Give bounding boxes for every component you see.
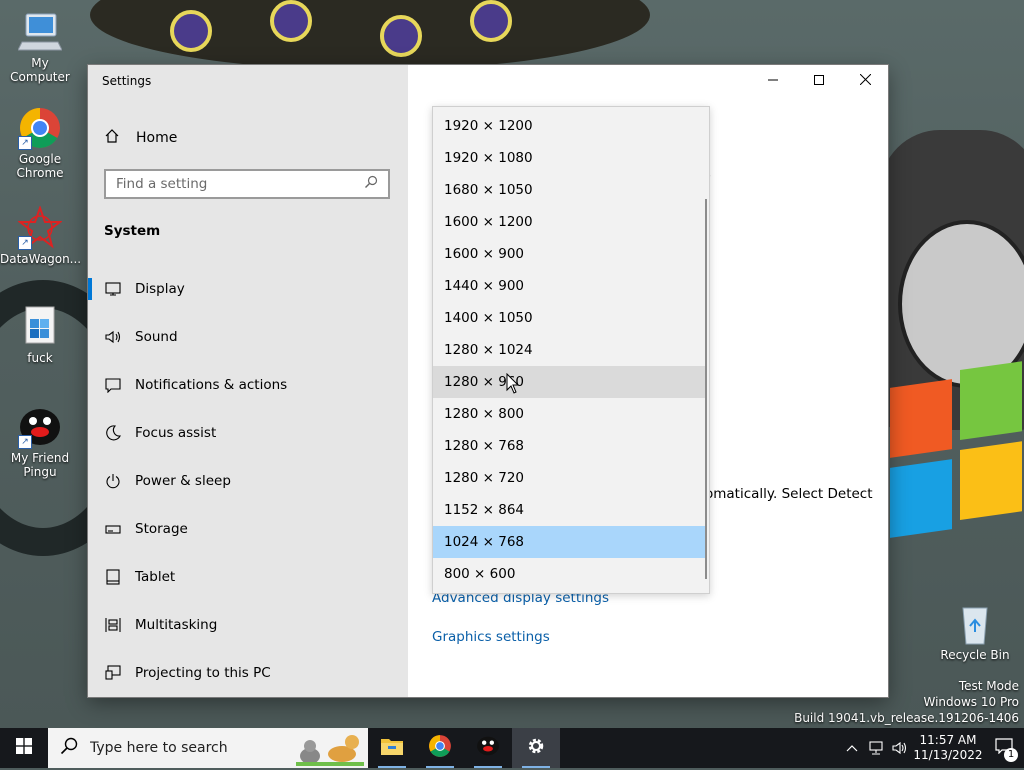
resolution-option[interactable]: 1440 × 900 <box>433 270 707 302</box>
resolution-option[interactable]: 1280 × 960 <box>433 366 707 398</box>
chrome-icon: ↗ <box>18 106 62 150</box>
chrome-icon <box>428 734 452 762</box>
resolution-option[interactable]: 1600 × 900 <box>433 238 707 270</box>
partial-text-detect: omatically. Select Detect <box>705 486 873 502</box>
resolution-option[interactable]: 1600 × 1200 <box>433 206 707 238</box>
desktop-icon-my-computer[interactable]: My Computer <box>0 10 80 84</box>
datawagon-icon: ↗ <box>17 205 63 250</box>
search-highlight-pets-icon <box>296 730 364 766</box>
home-icon <box>104 128 122 148</box>
pingu-icon <box>476 735 500 761</box>
sidebar-item-sound[interactable]: Sound <box>88 313 408 361</box>
resolution-option[interactable]: 1280 × 768 <box>433 430 707 462</box>
mouse-cursor-icon <box>506 372 520 395</box>
resolution-option[interactable]: 1152 × 864 <box>433 494 707 526</box>
resolution-option[interactable]: 1400 × 1050 <box>433 302 707 334</box>
volume-icon[interactable] <box>889 741 911 755</box>
resolution-option[interactable]: 1680 × 1050 <box>433 174 707 206</box>
resolution-option[interactable]: 1280 × 800 <box>433 398 707 430</box>
network-icon[interactable] <box>865 741 887 755</box>
desktop-icon-pingu[interactable]: ↗ My Friend Pingu <box>0 405 80 479</box>
taskbar-search <box>48 728 368 768</box>
search-icon <box>364 175 382 193</box>
dropdown-scrollbar[interactable] <box>705 199 707 579</box>
sidebar-nav: Display Sound Notifications & actions Fo… <box>88 265 408 697</box>
monitor-icon <box>104 281 122 297</box>
sidebar-item-focus-assist[interactable]: Focus assist <box>88 409 408 457</box>
settings-sidebar: Settings Home System Display <box>88 65 408 697</box>
taskbar-app-file-explorer[interactable] <box>368 728 416 768</box>
moon-icon <box>104 425 122 441</box>
desktop-icon-fuck[interactable]: fuck <box>0 305 80 365</box>
gear-icon <box>526 736 546 760</box>
power-icon <box>104 473 122 489</box>
resolution-option[interactable]: 1920 × 1200 <box>433 110 707 142</box>
sidebar-item-power-sleep[interactable]: Power & sleep <box>88 457 408 505</box>
sidebar-item-multitasking[interactable]: Multitasking <box>88 601 408 649</box>
multitasking-icon <box>104 617 122 633</box>
taskbar-app-chrome[interactable] <box>416 728 464 768</box>
sidebar-home[interactable]: Home <box>104 127 177 149</box>
windows-start-icon <box>16 738 32 758</box>
resolution-option[interactable]: 1280 × 1024 <box>433 334 707 366</box>
resolution-dropdown-list: 1920 × 1200 1920 × 1080 1680 × 1050 1600 × … <box>432 106 710 594</box>
show-hidden-icons-button[interactable] <box>841 744 863 752</box>
window-title: Settings <box>102 74 152 88</box>
settings-window: Settings Home System Display <box>88 65 888 697</box>
resolution-option[interactable]: 1024 × 768 <box>433 526 707 558</box>
sidebar-item-display[interactable]: Display <box>88 265 408 313</box>
desktop-icon-google-chrome[interactable]: ↗ Google Chrome <box>0 106 80 180</box>
projecting-icon <box>104 665 122 681</box>
pingu-icon: ↗ <box>18 405 62 449</box>
notification-icon <box>104 377 122 393</box>
resolution-option[interactable]: 800 × 600 <box>433 558 707 590</box>
taskbar-app-pingu[interactable] <box>464 728 512 768</box>
sidebar-item-notifications[interactable]: Notifications & actions <box>88 361 408 409</box>
resolution-option[interactable]: 1920 × 1080 <box>433 142 707 174</box>
search-icon <box>60 737 80 759</box>
sidebar-item-storage[interactable]: Storage <box>88 505 408 553</box>
action-center-button[interactable]: 1 <box>984 728 1024 768</box>
windows-logo-art <box>890 361 1024 558</box>
storage-icon <box>104 521 122 537</box>
desktop-icon-datawagon[interactable]: ↗ DataWagon... <box>0 205 81 266</box>
taskbar-search-input[interactable] <box>88 739 292 757</box>
speaker-icon <box>104 329 122 345</box>
installer-icon <box>18 305 62 349</box>
tablet-icon <box>104 569 122 585</box>
system-tray: 11:57 AM 11/13/2022 1 <box>840 728 1024 768</box>
start-button[interactable] <box>0 728 48 768</box>
desktop-icon-recycle-bin[interactable]: Recycle Bin <box>935 602 1015 662</box>
recycle-bin-icon <box>953 602 997 646</box>
sidebar-section-title: System <box>104 223 161 239</box>
computer-icon <box>17 10 63 54</box>
sidebar-item-projecting[interactable]: Projecting to this PC <box>88 649 408 697</box>
find-setting-input[interactable] <box>106 175 364 193</box>
resolution-options: 1920 × 1200 1920 × 1080 1680 × 1050 1600 × … <box>433 110 707 590</box>
find-setting-box <box>104 169 390 199</box>
resolution-option[interactable]: 1280 × 720 <box>433 462 707 494</box>
taskbar: 11:57 AM 11/13/2022 1 <box>0 728 1024 768</box>
graphics-settings-link[interactable]: Graphics settings <box>432 629 550 645</box>
sidebar-item-tablet[interactable]: Tablet <box>88 553 408 601</box>
folder-icon <box>381 737 403 759</box>
notification-count-badge: 1 <box>1004 748 1018 762</box>
taskbar-clock[interactable]: 11:57 AM 11/13/2022 <box>912 733 984 763</box>
taskbar-app-settings[interactable] <box>512 728 560 768</box>
wallpaper-art <box>90 0 650 70</box>
